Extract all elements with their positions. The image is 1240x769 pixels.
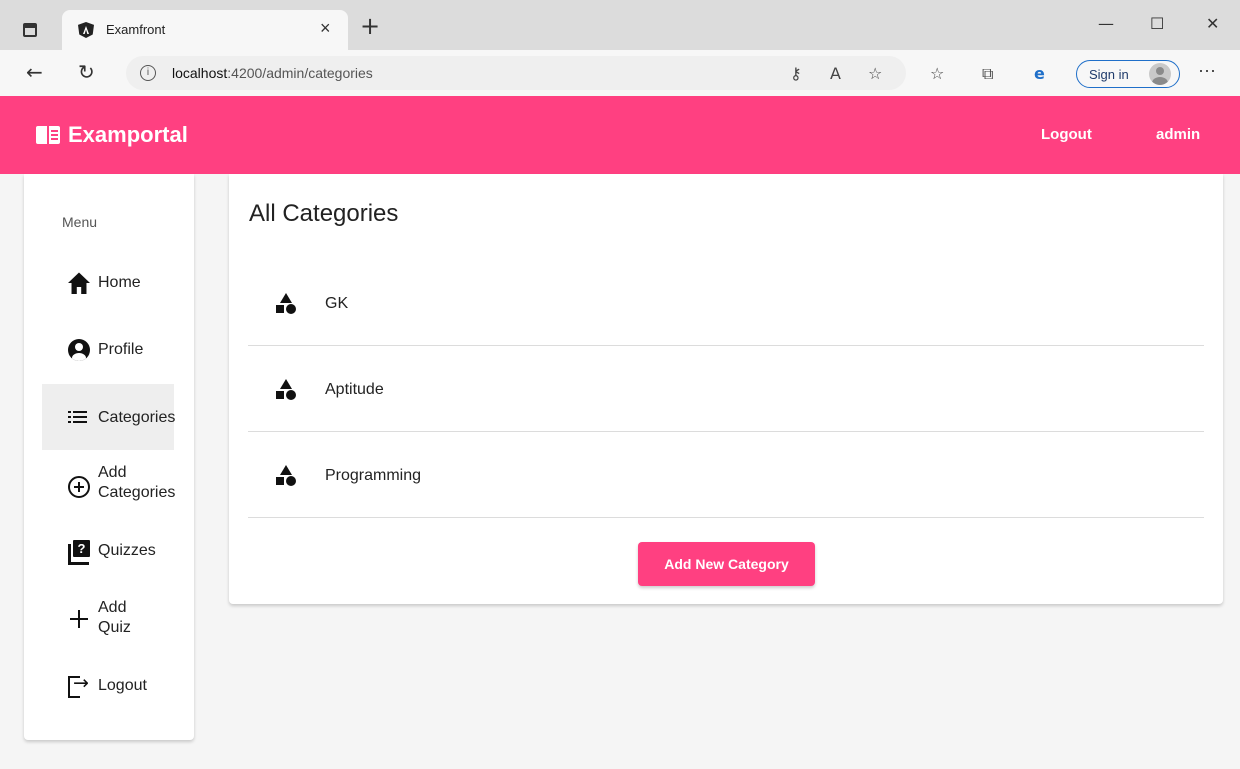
app-header: Examportal Logout admin	[0, 96, 1240, 174]
add-new-category-button[interactable]: Add New Category	[638, 542, 815, 586]
account-circle-icon	[68, 339, 90, 361]
tab-title: Examfront	[106, 22, 166, 37]
url-host: localhost	[172, 65, 228, 81]
info-icon[interactable]: i	[140, 65, 156, 81]
sidebar-item-add-categories[interactable]: Add Categories	[42, 452, 175, 518]
add-favorite-icon[interactable]: ☆	[868, 64, 882, 83]
sidebar-item-label: Home	[98, 274, 141, 291]
sidebar-item-profile[interactable]: Profile	[42, 317, 174, 383]
sidebar-item-label-line2: Quiz	[98, 619, 131, 636]
angular-favicon	[78, 22, 94, 38]
refresh-icon[interactable]: ↻	[78, 60, 95, 84]
browser-toolbar: ← ↻ i localhost:4200/admin/categories ⚷ …	[0, 50, 1240, 96]
url-path: :4200/admin/categories	[227, 65, 373, 81]
close-window-button[interactable]: ✕	[1206, 14, 1219, 33]
profile-avatar-icon	[1149, 63, 1171, 85]
sidebar-item-label: Add Quiz	[98, 598, 131, 638]
header-user-link[interactable]: admin	[1156, 126, 1200, 143]
sidebar-item-quizzes[interactable]: Quizzes	[42, 518, 174, 584]
sidebar: Menu Home Profile Categories Add Categor…	[24, 174, 194, 740]
key-icon[interactable]: ⚷	[790, 64, 802, 83]
category-title: GK	[325, 295, 349, 312]
minimize-button[interactable]: —	[1098, 14, 1114, 33]
browser-tab-bar: Examfront × + — ☐ ✕	[0, 0, 1240, 50]
sidebar-item-label: Logout	[98, 677, 147, 694]
sidebar-item-label: Categories	[98, 409, 176, 426]
more-options-icon[interactable]: ···	[1198, 60, 1216, 81]
category-icon	[275, 293, 297, 315]
categories-card: All Categories GK Aptitude Programming A…	[229, 174, 1223, 604]
list-icon	[68, 406, 90, 428]
page-title: All Categories	[249, 200, 399, 227]
add-circle-icon	[68, 476, 90, 498]
category-list-item[interactable]: GK	[248, 260, 1204, 346]
address-bar[interactable]: i localhost:4200/admin/categories	[126, 56, 906, 90]
home-icon	[68, 272, 90, 294]
sidebar-item-label-line1: Add	[98, 464, 127, 481]
sidebar-item-label-line1: Add	[98, 599, 127, 616]
quiz-icon	[68, 540, 90, 565]
read-aloud-icon[interactable]: A	[830, 64, 841, 83]
category-title: Programming	[325, 467, 422, 484]
sidebar-item-label: Add Categories	[98, 463, 175, 503]
tab-close-button[interactable]: ×	[320, 18, 331, 39]
favorites-icon[interactable]: ☆	[930, 64, 944, 83]
add-icon	[68, 608, 90, 630]
category-list-item[interactable]: Programming	[248, 432, 1204, 518]
header-logout-link[interactable]: Logout	[1041, 126, 1092, 143]
category-icon	[275, 379, 297, 401]
sidebar-item-add-quiz[interactable]: Add Quiz	[42, 586, 174, 652]
menu-header: Menu	[62, 214, 98, 230]
tab-actions-icon[interactable]	[20, 20, 40, 40]
sidebar-item-home[interactable]: Home	[42, 250, 174, 316]
sidebar-item-label: Profile	[98, 341, 144, 358]
ie-mode-icon[interactable]: e	[1034, 64, 1045, 83]
new-tab-button[interactable]: +	[360, 14, 380, 38]
sign-in-label: Sign in	[1089, 67, 1129, 82]
back-icon[interactable]: ←	[26, 60, 43, 84]
collections-icon[interactable]: ⧉	[982, 64, 993, 84]
sidebar-item-logout[interactable]: Logout	[42, 652, 174, 718]
category-icon	[275, 465, 297, 487]
logout-icon	[68, 672, 90, 698]
sidebar-item-categories[interactable]: Categories	[42, 384, 176, 450]
brand-title[interactable]: Examportal	[68, 122, 188, 148]
category-title: Aptitude	[325, 381, 384, 398]
category-list-item[interactable]: Aptitude	[248, 346, 1204, 432]
sidebar-item-label: Quizzes	[98, 542, 156, 559]
sign-in-button[interactable]: Sign in	[1076, 60, 1180, 88]
sidebar-item-label-line2: Categories	[98, 484, 176, 501]
menu-book-icon	[36, 126, 60, 144]
maximize-button[interactable]: ☐	[1150, 14, 1164, 33]
browser-tab[interactable]: Examfront ×	[62, 10, 348, 50]
url-text: localhost:4200/admin/categories	[172, 65, 373, 81]
